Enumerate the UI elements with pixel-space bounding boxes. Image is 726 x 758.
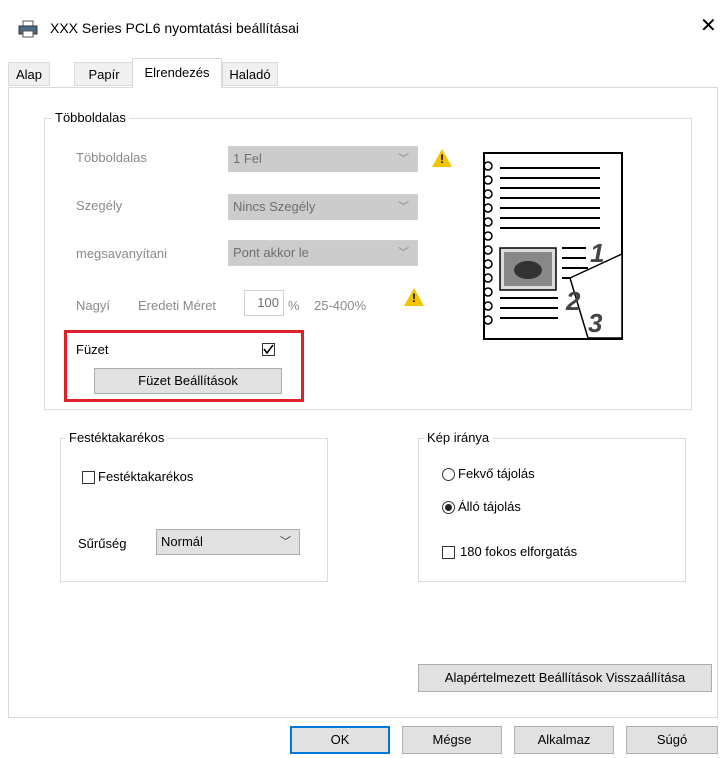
scale-input: 100 — [244, 290, 284, 316]
chevron-down-icon: ﹀ — [280, 536, 291, 548]
preview-page-1: 1 — [590, 238, 604, 268]
density-select[interactable]: Normál ﹀ — [156, 529, 300, 555]
booklet-settings-button[interactable]: Füzet Beállítások — [94, 368, 282, 394]
title-bar: XXX Series PCL6 nyomtatási beállításai ✕ — [0, 0, 726, 58]
landscape-label: Fekvő tájolás — [458, 466, 535, 481]
chevron-down-icon: ﹀ — [398, 201, 409, 213]
warning-icon: ! — [432, 149, 452, 167]
multipage-value: 1 Fel — [233, 151, 262, 166]
landscape-radio[interactable] — [442, 468, 455, 481]
tab-elrendezes[interactable]: Elrendezés — [132, 58, 222, 88]
chevron-down-icon: ﹀ — [398, 247, 409, 259]
scale-sublabel: Eredeti Méret — [138, 298, 217, 313]
density-value: Normál — [161, 534, 203, 549]
border-select: Nincs Szegély ﹀ — [228, 194, 418, 220]
border-label: Szegély — [76, 198, 123, 213]
rotate-checkbox[interactable] — [442, 546, 455, 559]
toner-legend: Festéktakarékos — [66, 430, 168, 445]
multipage-legend: Többoldalas — [52, 110, 129, 125]
order-value: Pont akkor le — [233, 245, 309, 260]
booklet-label: Füzet — [76, 342, 109, 357]
preview-page-2: 2 — [565, 286, 581, 316]
tab-alap[interactable]: Alap — [8, 62, 50, 86]
cancel-button[interactable]: Mégse — [402, 726, 502, 754]
reset-defaults-button[interactable]: Alapértelmezett Beállítások Visszaállítá… — [418, 664, 712, 692]
booklet-checkbox[interactable] — [262, 343, 275, 356]
multipage-label: Többoldalas — [76, 150, 147, 165]
rotate-label: 180 fokos elforgatás — [460, 544, 578, 559]
apply-button[interactable]: Alkalmaz — [514, 726, 614, 754]
toner-group — [60, 438, 328, 582]
toner-checkbox[interactable] — [82, 471, 95, 484]
check-icon — [263, 344, 274, 355]
help-button[interactable]: Súgó — [626, 726, 718, 754]
chevron-down-icon: ﹀ — [398, 153, 409, 165]
border-value: Nincs Szegély — [233, 199, 316, 214]
scale-label: Nagyí — [76, 298, 110, 313]
toner-checkbox-label: Festéktakarékos — [98, 469, 194, 484]
order-select: Pont akkor le ﹀ — [228, 240, 418, 266]
tab-papir[interactable]: Papír — [74, 62, 134, 86]
portrait-label: Álló tájolás — [458, 499, 521, 514]
preview-page-3: 3 — [588, 308, 603, 338]
order-label: megsavanyítani — [76, 246, 168, 261]
tab-halado[interactable]: Haladó — [222, 62, 278, 86]
warning-icon: ! — [404, 288, 424, 306]
multipage-select: 1 Fel ﹀ — [228, 146, 418, 172]
ok-button[interactable]: OK — [290, 726, 390, 754]
orientation-legend: Kép iránya — [424, 430, 493, 445]
close-icon[interactable]: ✕ — [700, 16, 717, 36]
density-label: Sűrűség — [78, 536, 127, 551]
booklet-preview-icon: 1 2 3 — [483, 152, 623, 340]
printer-icon — [18, 20, 38, 38]
scale-unit: % — [288, 298, 300, 313]
portrait-radio[interactable] — [442, 501, 455, 514]
window-title: XXX Series PCL6 nyomtatási beállításai — [50, 20, 300, 36]
scale-range: 25-400% — [314, 298, 367, 313]
